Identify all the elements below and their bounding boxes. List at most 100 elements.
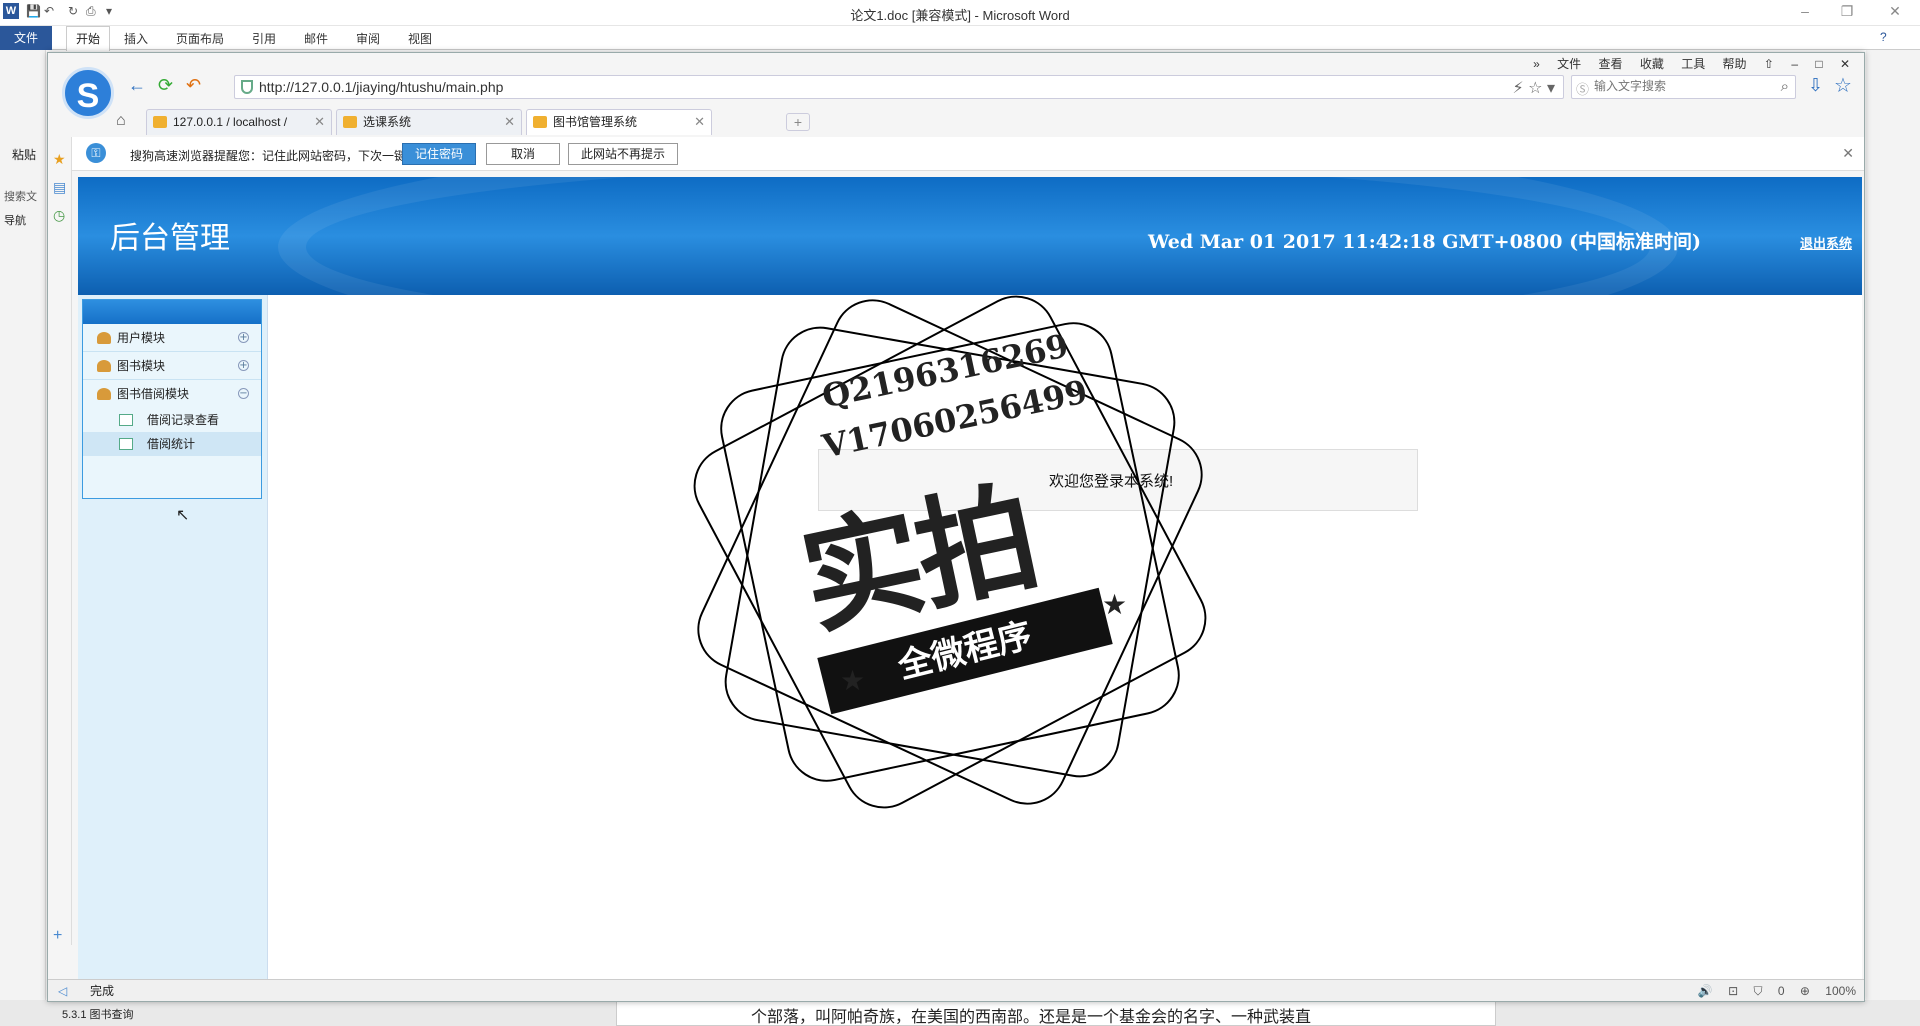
submenu-borrow-records[interactable]: 借阅记录查看: [83, 408, 261, 432]
paste-button[interactable]: 粘贴: [12, 146, 36, 163]
password-infobar: ⚿ 搜狗高速浏览器提醒您：记住此网站密码，下次一键登录！ 记住密码 取消 此网站…: [72, 137, 1864, 171]
menu-item-user-module[interactable]: 用户模块 +: [83, 324, 261, 352]
nav-pane-title: 导航: [4, 215, 26, 227]
search-input[interactable]: [1594, 79, 1764, 93]
browser-close-icon[interactable]: ✕: [1840, 57, 1850, 71]
logout-link[interactable]: 退出系统: [1800, 233, 1852, 252]
left-menu-panel: 用户模块 + 图书模块 + 图书借阅模块 − 借阅记录查看 借阅统计 ↖: [78, 295, 268, 983]
expand-icon[interactable]: +: [238, 332, 249, 343]
tab-library-system[interactable]: 图书馆管理系统 ✕: [526, 109, 712, 135]
clock-text: Wed Mar 01 2017 11:42:18 GMT+0800 (中国标准时…: [1148, 231, 1702, 253]
star-icon: ★: [1102, 589, 1128, 620]
speed-icon[interactable]: ⚡: [1512, 80, 1523, 97]
home-icon[interactable]: ⌂: [116, 109, 126, 133]
ribbon-tab-mailings[interactable]: 邮件: [304, 30, 328, 47]
volume-icon[interactable]: 🔊: [1698, 984, 1713, 998]
collapse-icon[interactable]: −: [238, 388, 249, 399]
cancel-button[interactable]: 取消: [486, 143, 560, 165]
refresh-icon[interactable]: ⟳: [158, 75, 173, 95]
users-icon: [97, 332, 111, 344]
menu-item-borrow-module[interactable]: 图书借阅模块 −: [83, 380, 261, 408]
tab-course-system[interactable]: 选课系统 ✕: [336, 109, 522, 135]
add-sidebar-icon[interactable]: +: [53, 927, 62, 945]
nav-item[interactable]: 5.3.1 图书查询: [62, 1006, 134, 1022]
infobar-text: 搜狗高速浏览器提醒您：记住此网站密码，下次一键登录！: [130, 149, 443, 163]
header-banner: 后台管理 Wed Mar 01 2017 11:42:18 GMT+0800 (…: [78, 177, 1862, 295]
module-menu: 用户模块 + 图书模块 + 图书借阅模块 − 借阅记录查看 借阅统计: [82, 299, 262, 499]
word-restore-icon[interactable]: ❐: [1832, 3, 1862, 20]
submenu-borrow-stats[interactable]: 借阅统计: [83, 432, 261, 456]
word-bottom-area: [1496, 1000, 1920, 1026]
browser-maximize-icon[interactable]: □: [1815, 57, 1822, 71]
key-icon: ⚿: [86, 143, 106, 163]
url-text[interactable]: http://127.0.0.1/jiaying/htushu/main.php: [259, 79, 503, 95]
browser-minimize-icon[interactable]: –: [1791, 57, 1798, 71]
word-nav-pane: 粘贴 导航 搜索文: [0, 50, 46, 1026]
menu-item-book-module[interactable]: 图书模块 +: [83, 352, 261, 380]
menu-more-icon[interactable]: »: [1533, 57, 1540, 71]
remember-password-button[interactable]: 记住密码: [402, 143, 476, 165]
never-show-button[interactable]: 此网站不再提示: [568, 143, 678, 165]
record-icon: [119, 414, 133, 426]
dropdown-icon[interactable]: ▾: [1547, 80, 1555, 97]
record-icon: [119, 438, 133, 450]
menu-tools[interactable]: 工具: [1681, 57, 1705, 71]
infobar-close-icon[interactable]: ✕: [1842, 145, 1854, 162]
ribbon-tab-insert[interactable]: 插入: [124, 30, 148, 47]
pma-icon: [533, 116, 547, 128]
menu-favorites[interactable]: 收藏: [1640, 57, 1664, 71]
menu-view[interactable]: 查看: [1598, 57, 1622, 71]
word-close-icon[interactable]: ✕: [1880, 3, 1910, 20]
download-icon[interactable]: ⇩: [1808, 75, 1823, 96]
help-icon[interactable]: ?: [1880, 30, 1887, 44]
word-titlebar: W 💾 ↶ ↻ ⎙ ▾ 论文1.doc [兼容模式] - Microsoft W…: [0, 0, 1920, 26]
ribbon-tab-review[interactable]: 审阅: [356, 30, 380, 47]
star-icon: ★: [840, 665, 866, 696]
browser-sidebar: ★ ▤ ◷ +: [48, 137, 72, 945]
ribbon-tab-file[interactable]: 文件: [0, 26, 52, 50]
undo-close-icon[interactable]: ↶: [186, 75, 201, 95]
page-title: 后台管理: [110, 221, 230, 256]
users-icon: [97, 360, 111, 372]
ribbon-tab-references[interactable]: 引用: [252, 30, 276, 47]
word-window-title: 论文1.doc [兼容模式] - Microsoft Word: [850, 8, 1070, 23]
tab-close-icon[interactable]: ✕: [694, 110, 705, 134]
browser-top-menu: » 文件 查看 收藏 工具 帮助 ⇧ – □ ✕: [1519, 55, 1850, 73]
menu-file[interactable]: 文件: [1557, 57, 1581, 71]
ribbon-tab-home[interactable]: 开始: [66, 26, 110, 51]
history-icon[interactable]: ◷: [53, 207, 65, 224]
sidebar-toggle-icon[interactable]: ◁: [58, 980, 67, 1002]
status-bar: ◁ 完成 🔊 ⊡ ⛉ 0 ⊕ 100%: [48, 979, 1864, 1001]
shield-badge-icon[interactable]: ⛉ 0: [1754, 984, 1785, 998]
zoom-icon[interactable]: ⊕ 100%: [1800, 984, 1856, 998]
back-icon[interactable]: ←: [128, 75, 146, 95]
tab-close-icon[interactable]: ✕: [314, 110, 325, 134]
star-icon[interactable]: ☆: [1528, 80, 1542, 97]
skin-icon[interactable]: ⇧: [1764, 57, 1774, 71]
camera-icon[interactable]: ⊡: [1728, 984, 1738, 998]
status-icons: 🔊 ⊡ ⛉ 0 ⊕ 100%: [1686, 980, 1856, 1002]
tab-close-icon[interactable]: ✕: [504, 110, 515, 134]
word-minimize-icon[interactable]: –: [1790, 3, 1820, 19]
document-text: 个部落，叫阿帕奇族，在美国的西南部。还是是一个基金会的名字、一种武装直: [751, 1007, 1312, 1026]
expand-icon[interactable]: +: [238, 360, 249, 371]
favorites-star-icon[interactable]: ☆: [1834, 73, 1852, 98]
pma-icon: [153, 116, 167, 128]
favorites-icon[interactable]: ★: [53, 151, 66, 168]
tab-localhost[interactable]: 127.0.0.1 / localhost / ✕: [146, 109, 332, 135]
ribbon-tab-layout[interactable]: 页面布局: [176, 30, 224, 47]
search-engine-icon[interactable]: Ⓢ: [1576, 79, 1589, 98]
status-text: 完成: [90, 984, 115, 998]
search-icon[interactable]: ⌕: [1781, 78, 1789, 95]
ribbon-tab-view[interactable]: 视图: [408, 30, 432, 47]
mouse-cursor-icon: ↖: [176, 507, 190, 524]
menu-help[interactable]: 帮助: [1723, 57, 1747, 71]
tab-strip: ⌂ 127.0.0.1 / localhost / ✕ 选课系统 ✕ 图书馆管理…: [102, 109, 1802, 135]
new-tab-button[interactable]: +: [786, 113, 810, 131]
address-actions: ⚡ ☆ ▾: [1512, 78, 1555, 98]
word-ribbon: 文件 开始 插入 页面布局 引用 邮件 审阅 视图 ?: [0, 26, 1920, 51]
menu-header: [83, 300, 261, 324]
reading-icon[interactable]: ▤: [53, 179, 66, 196]
address-bar[interactable]: http://127.0.0.1/jiaying/htushu/main.php…: [234, 75, 1564, 99]
search-box[interactable]: Ⓢ ⌕: [1571, 75, 1796, 99]
